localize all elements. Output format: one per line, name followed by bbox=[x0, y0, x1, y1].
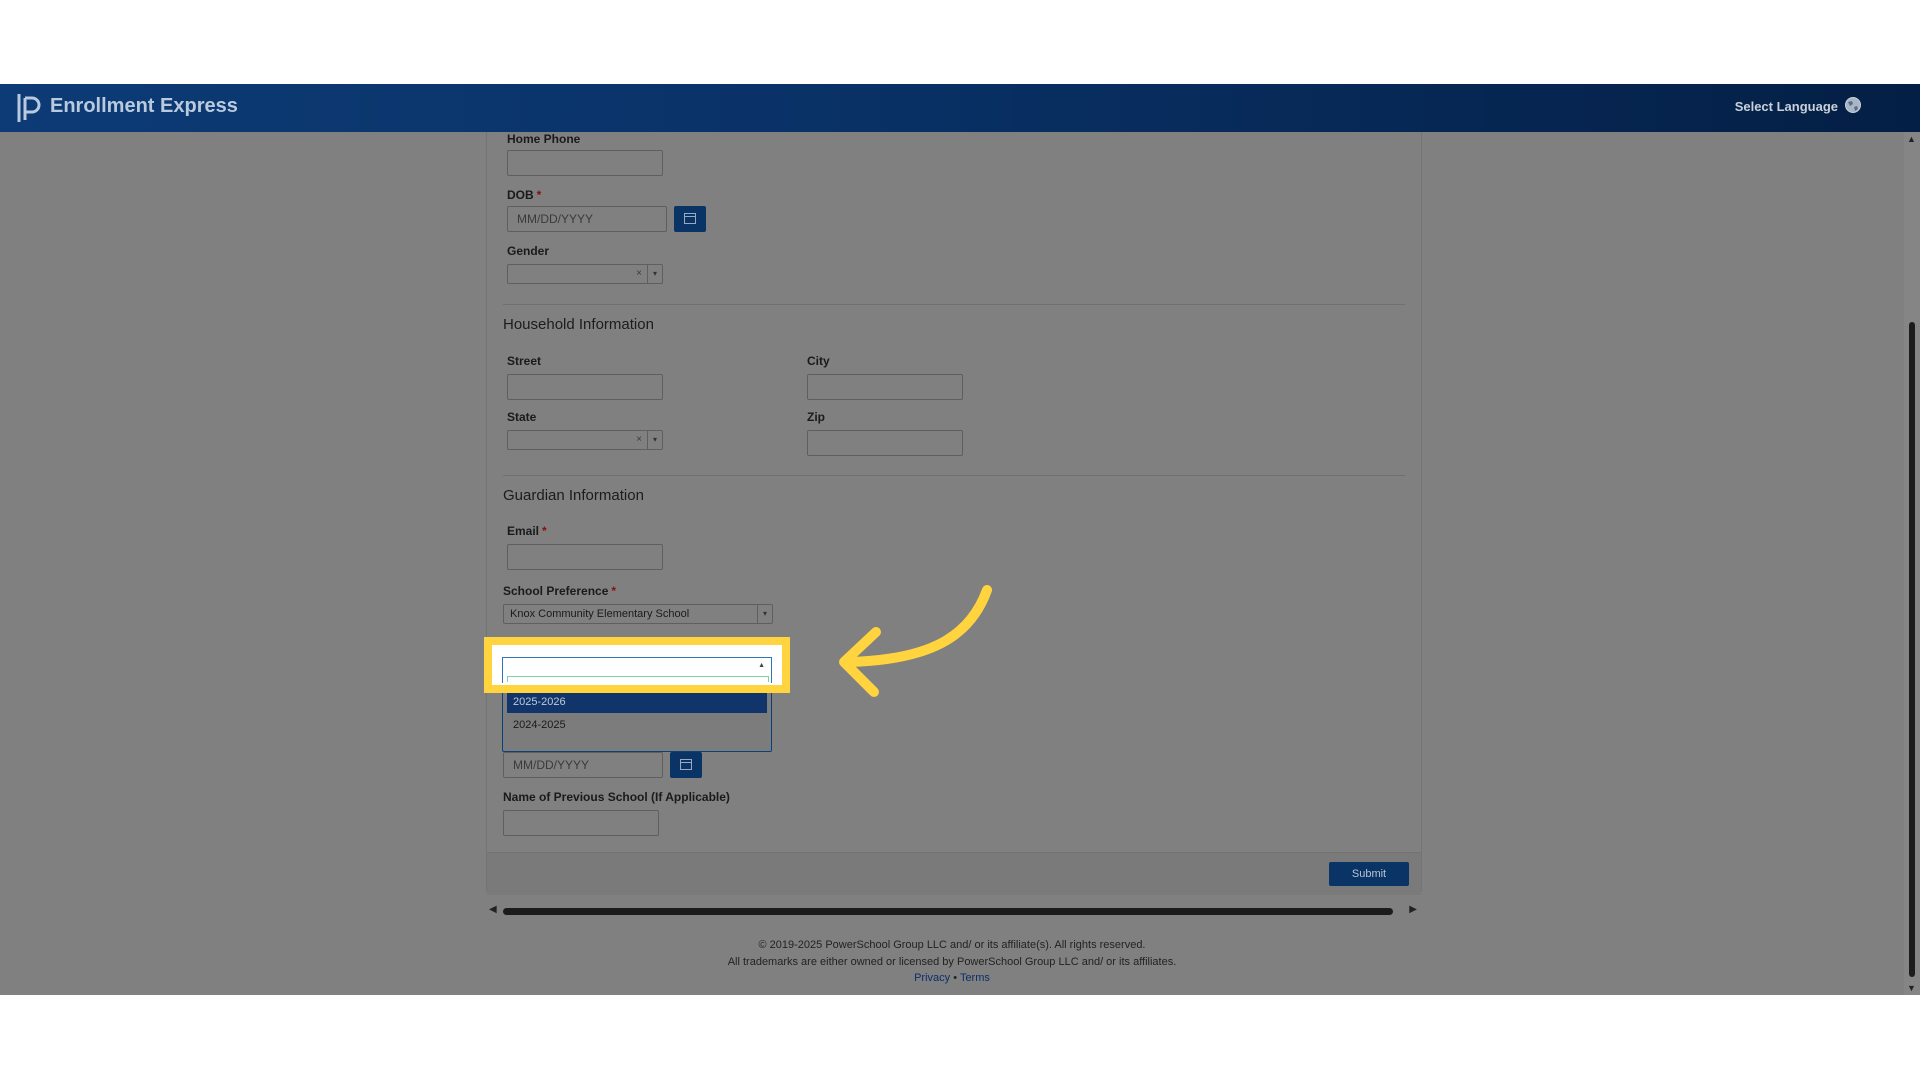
chevron-down-icon[interactable]: ▾ bbox=[757, 605, 772, 623]
form-panel: Home Phone DOB * MM/DD/YYYY Gender × ▾ Ho… bbox=[486, 132, 1422, 895]
terms-link[interactable]: Terms bbox=[960, 972, 990, 984]
school-preference-value: Knox Community Elementary School bbox=[510, 608, 690, 620]
school-year-select[interactable]: ▲ bbox=[502, 657, 772, 683]
trademark-text: All trademarks are either owned or licen… bbox=[727, 956, 1177, 968]
start-date-calendar-button[interactable] bbox=[670, 752, 702, 778]
scroll-right-icon[interactable]: ▶ bbox=[1409, 904, 1417, 915]
street-input[interactable] bbox=[507, 374, 663, 400]
dropdown-search-input[interactable] bbox=[507, 676, 769, 682]
school-preference-label-text: School Preference bbox=[503, 584, 609, 598]
previous-school-label: Name of Previous School (If Applicable) bbox=[503, 790, 730, 804]
horizontal-scroll-thumb[interactable] bbox=[503, 908, 1393, 915]
chevron-up-icon[interactable]: ▲ bbox=[758, 662, 765, 669]
email-input[interactable] bbox=[507, 544, 663, 570]
required-mark: * bbox=[611, 584, 617, 598]
gender-select[interactable]: × ▾ bbox=[507, 264, 663, 284]
state-select[interactable]: × ▾ bbox=[507, 430, 663, 450]
dropdown-option[interactable]: 2025-2026 bbox=[507, 692, 767, 713]
home-phone-label: Home Phone bbox=[507, 132, 581, 146]
dob-label: DOB * bbox=[507, 188, 541, 202]
email-label: Email * bbox=[507, 524, 547, 538]
scroll-down-icon[interactable]: ▼ bbox=[1907, 983, 1916, 993]
dropdown-option[interactable]: 2024-2025 bbox=[507, 715, 767, 736]
submit-button[interactable]: Submit bbox=[1329, 862, 1409, 886]
select-language-link[interactable]: Select Language bbox=[1735, 99, 1838, 114]
city-label: City bbox=[807, 354, 830, 368]
required-mark: * bbox=[542, 524, 547, 538]
school-preference-select[interactable]: Knox Community Elementary School ▾ bbox=[503, 604, 773, 624]
dob-calendar-button[interactable] bbox=[674, 206, 706, 232]
top-header: Enrollment Express Select Language bbox=[0, 84, 1920, 132]
section-divider bbox=[503, 475, 1405, 476]
calendar-icon bbox=[684, 213, 696, 224]
home-phone-input[interactable] bbox=[507, 150, 663, 176]
required-mark: * bbox=[536, 188, 542, 202]
globe-icon[interactable] bbox=[1844, 96, 1862, 114]
powerschool-logo-icon bbox=[17, 94, 41, 122]
chevron-down-icon[interactable]: ▾ bbox=[647, 431, 662, 449]
scroll-up-icon[interactable]: ▲ bbox=[1907, 134, 1916, 144]
vertical-scroll-thumb[interactable] bbox=[1909, 322, 1915, 977]
start-date-input[interactable]: MM/DD/YYYY bbox=[503, 752, 663, 778]
form-action-bar: Submit bbox=[487, 852, 1421, 895]
zip-label: Zip bbox=[807, 410, 825, 424]
school-preference-label: School Preference * bbox=[503, 584, 616, 598]
privacy-link[interactable]: Privacy bbox=[914, 972, 950, 984]
street-label: Street bbox=[507, 354, 542, 368]
scroll-left-icon[interactable]: ◀ bbox=[489, 904, 497, 915]
calendar-icon bbox=[680, 759, 692, 770]
gender-label: Gender bbox=[507, 244, 550, 258]
previous-school-input[interactable] bbox=[503, 810, 659, 836]
guardian-section-title: Guardian Information bbox=[503, 487, 644, 504]
section-divider bbox=[503, 304, 1405, 305]
clear-icon[interactable]: × bbox=[636, 265, 642, 283]
link-separator: • bbox=[953, 972, 958, 984]
dob-label-text: DOB bbox=[507, 188, 534, 202]
app-title: Enrollment Express bbox=[50, 95, 238, 117]
zip-input[interactable] bbox=[807, 430, 963, 456]
email-label-text: Email bbox=[507, 524, 540, 538]
vertical-scrollbar[interactable]: ▲ ▼ bbox=[1904, 132, 1920, 995]
chevron-down-icon[interactable]: ▾ bbox=[647, 265, 662, 283]
clear-icon[interactable]: × bbox=[636, 431, 642, 449]
footer-links: Privacy • Terms bbox=[0, 972, 1904, 984]
household-section-title: Household Information bbox=[503, 316, 654, 333]
copyright-text: © 2019-2025 PowerSchool Group LLC and/ o… bbox=[758, 939, 1146, 951]
horizontal-scrollbar[interactable]: ◀ ▶ bbox=[486, 904, 1420, 918]
app-screen: Enrollment Express Select Language Home … bbox=[0, 84, 1920, 995]
state-label: State bbox=[507, 410, 537, 424]
highlight-callout-box: ▲ bbox=[484, 637, 790, 693]
city-input[interactable] bbox=[807, 374, 963, 400]
pointer-arrow-icon bbox=[839, 585, 992, 697]
dob-input[interactable]: MM/DD/YYYY bbox=[507, 206, 667, 232]
